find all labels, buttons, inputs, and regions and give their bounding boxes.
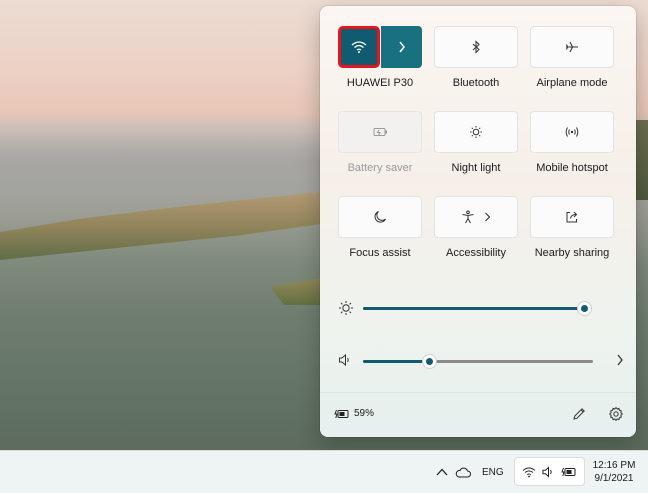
- battery-percent: 59%: [354, 408, 375, 419]
- wallpaper-grass: [0, 190, 340, 260]
- volume-slider[interactable]: [363, 355, 593, 368]
- bluetooth-toggle-button[interactable]: [434, 26, 518, 68]
- tile-battery-saver: Battery saver: [338, 111, 422, 174]
- tile-label-nearby-sharing: Nearby sharing: [534, 247, 610, 259]
- night-light-toggle-button[interactable]: [434, 111, 518, 153]
- tile-label-night-light: Night light: [451, 162, 501, 174]
- chevron-right-icon: [398, 41, 406, 53]
- mobile-hotspot-toggle-button[interactable]: [530, 111, 614, 153]
- wifi-more-button[interactable]: [381, 26, 422, 68]
- airplane-icon: [565, 40, 579, 54]
- tile-label-mobile-hotspot: Mobile hotspot: [536, 162, 608, 174]
- brightness-slider[interactable]: [363, 302, 591, 315]
- accessibility-icon: [461, 210, 475, 224]
- tile-wifi: HUAWEI P30: [338, 26, 422, 89]
- volume-slider-fill: [363, 360, 430, 363]
- battery-charging-icon: [561, 467, 577, 477]
- nearby-sharing-toggle-button[interactable]: [530, 196, 614, 238]
- moon-icon: [373, 210, 387, 224]
- battery-status[interactable]: 59%: [334, 408, 374, 419]
- tile-accessibility: Accessibility: [434, 196, 518, 259]
- tile-bluetooth: Bluetooth: [434, 26, 518, 89]
- focus-assist-toggle-button[interactable]: [338, 196, 422, 238]
- quick-settings-footer: 59%: [320, 392, 636, 437]
- taskbar: ENG 12:16 PM 9/1/2021: [0, 450, 648, 493]
- chevron-up-icon[interactable]: [436, 451, 448, 493]
- speaker-icon: [542, 465, 555, 478]
- accessibility-button[interactable]: [434, 196, 518, 238]
- tile-label-bluetooth: Bluetooth: [452, 77, 500, 89]
- share-icon: [565, 210, 579, 224]
- wifi-icon: [351, 40, 367, 54]
- tile-focus-assist: Focus assist: [338, 196, 422, 259]
- brightness-icon: [338, 300, 354, 316]
- airplane-toggle-button[interactable]: [530, 26, 614, 68]
- gear-icon[interactable]: [608, 406, 624, 422]
- sun-icon: [469, 125, 483, 139]
- taskbar-clock[interactable]: 12:16 PM 9/1/2021: [588, 459, 640, 485]
- volume-slider-row: [338, 351, 624, 371]
- language-indicator[interactable]: ENG: [482, 451, 504, 493]
- battery-charging-icon: [334, 409, 350, 419]
- brightness-slider-thumb[interactable]: [578, 302, 591, 315]
- cloud-icon[interactable]: [455, 451, 471, 493]
- tile-mobile-hotspot: Mobile hotspot: [530, 111, 614, 174]
- wifi-split-button: [338, 26, 422, 68]
- tile-label-airplane: Airplane mode: [536, 77, 608, 89]
- tile-airplane: Airplane mode: [530, 26, 614, 89]
- battery-saver-toggle-button[interactable]: [338, 111, 422, 153]
- tile-nearby-sharing: Nearby sharing: [530, 196, 614, 259]
- volume-output-chevron-icon[interactable]: [616, 353, 624, 367]
- bluetooth-icon: [471, 40, 481, 54]
- pencil-icon[interactable]: [571, 406, 587, 422]
- battery-saver-icon: [372, 127, 388, 137]
- brightness-slider-fill: [363, 307, 585, 310]
- clock-date: 9/1/2021: [594, 473, 634, 484]
- network-volume-battery-group[interactable]: [514, 457, 585, 486]
- volume-slider-thumb[interactable]: [422, 355, 436, 368]
- quick-settings-panel: HUAWEI P30 Bluetooth Airplane mode Batte…: [320, 6, 636, 437]
- hotspot-icon: [564, 125, 580, 139]
- wifi-icon: [522, 466, 536, 478]
- tile-night-light: Night light: [434, 111, 518, 174]
- wifi-toggle-button[interactable]: [338, 26, 380, 68]
- tile-label-battery-saver: Battery saver: [347, 162, 413, 174]
- clock-time: 12:16 PM: [592, 460, 636, 471]
- tile-label-accessibility: Accessibility: [446, 247, 506, 259]
- tile-label-wifi: HUAWEI P30: [346, 77, 414, 89]
- speaker-icon[interactable]: [338, 353, 352, 367]
- brightness-slider-row: [338, 298, 622, 318]
- tile-label-focus-assist: Focus assist: [349, 247, 411, 259]
- chevron-right-icon: [484, 212, 491, 222]
